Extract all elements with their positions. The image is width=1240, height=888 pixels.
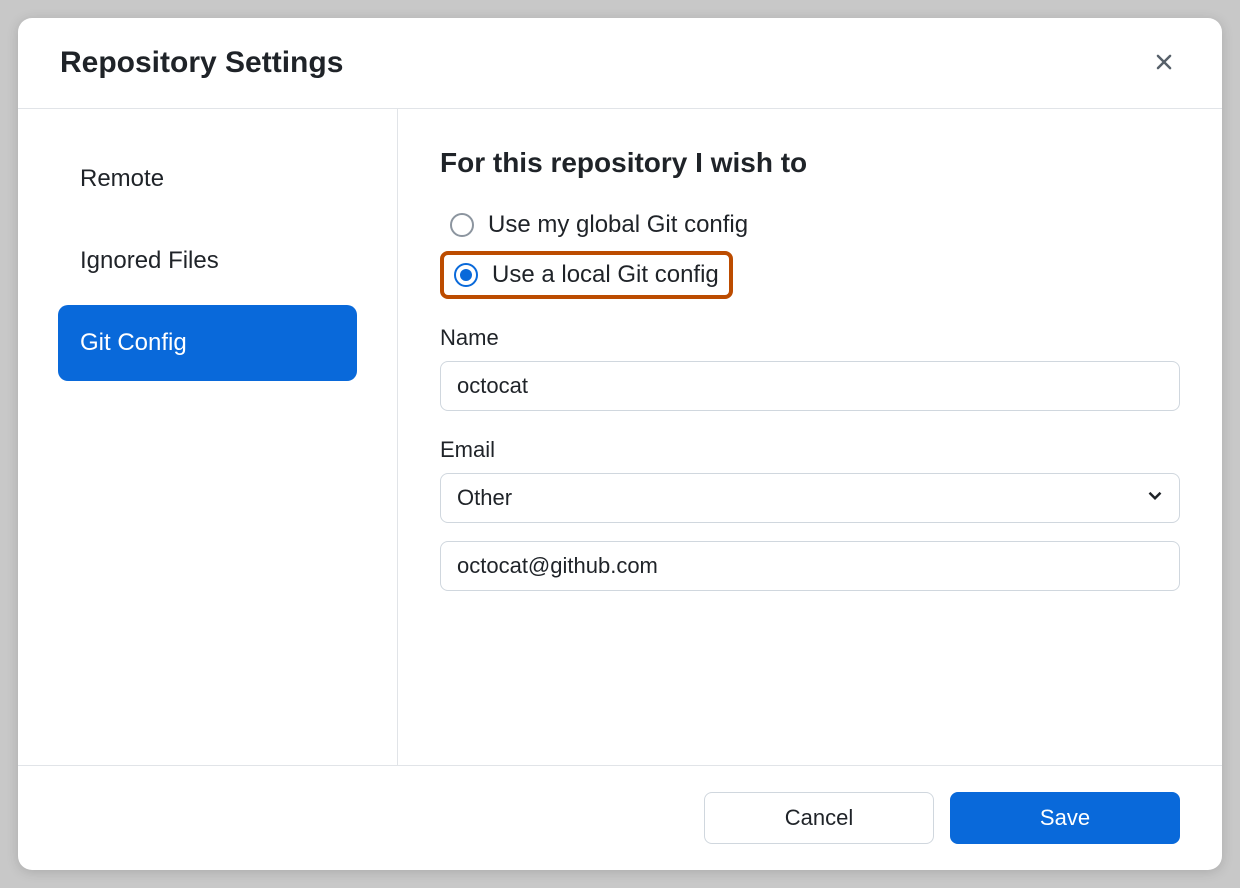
save-button[interactable]: Save (950, 792, 1180, 844)
email-select-wrap: Other (440, 473, 1180, 523)
email-select-value: Other (457, 485, 512, 511)
sidebar-item-git-config[interactable]: Git Config (58, 305, 357, 381)
sidebar-item-label: Remote (80, 165, 164, 192)
radio-icon (454, 263, 478, 287)
modal-header: Repository Settings (18, 18, 1222, 109)
sidebar-item-label: Git Config (80, 329, 187, 356)
name-input[interactable] (440, 361, 1180, 411)
radio-label: Use a local Git config (492, 261, 719, 289)
sidebar-item-label: Ignored Files (80, 247, 219, 274)
sidebar-item-ignored-files[interactable]: Ignored Files (58, 223, 357, 299)
settings-modal: Repository Settings Remote Ignored Files… (18, 18, 1222, 870)
email-input-wrap (440, 541, 1180, 591)
radio-global-git-config[interactable]: Use my global Git config (440, 203, 1180, 247)
modal-footer: Cancel Save (18, 765, 1222, 870)
name-label: Name (440, 325, 1180, 351)
email-input[interactable] (440, 541, 1180, 591)
radio-icon (450, 213, 474, 237)
email-select[interactable]: Other (440, 473, 1180, 523)
modal-body: Remote Ignored Files Git Config For this… (18, 109, 1222, 765)
close-icon (1151, 49, 1177, 78)
name-field-group: Name (440, 325, 1180, 411)
radio-local-git-config[interactable]: Use a local Git config (440, 251, 733, 299)
settings-sidebar: Remote Ignored Files Git Config (18, 109, 398, 765)
cancel-button[interactable]: Cancel (704, 792, 934, 844)
close-button[interactable] (1148, 47, 1180, 79)
settings-content: For this repository I wish to Use my glo… (398, 109, 1222, 765)
sidebar-item-remote[interactable]: Remote (58, 141, 357, 217)
email-label: Email (440, 437, 1180, 463)
content-heading: For this repository I wish to (440, 147, 1180, 179)
email-field-group: Email Other (440, 437, 1180, 591)
radio-label: Use my global Git config (488, 211, 748, 239)
modal-title: Repository Settings (60, 46, 343, 80)
